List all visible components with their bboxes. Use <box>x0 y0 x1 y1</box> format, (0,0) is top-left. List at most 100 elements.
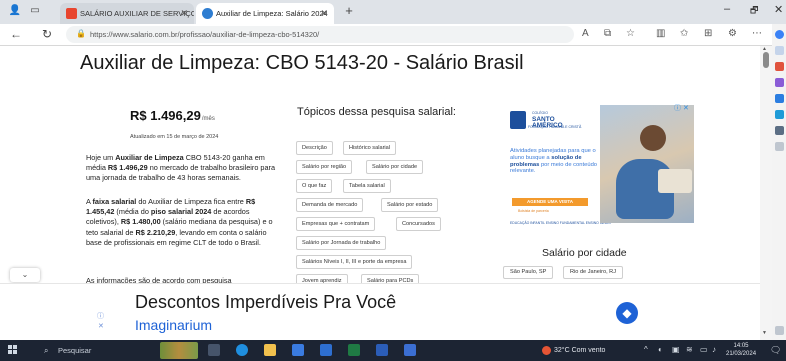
taskbar-clock[interactable]: 14:05 21/03/2024 <box>726 342 756 358</box>
maximize-button[interactable]: 🗗 <box>750 3 758 19</box>
bottom-ad-brand[interactable]: Imaginarium <box>135 317 212 333</box>
battery-icon[interactable]: ▭ <box>700 345 708 354</box>
add-sidebar-app-icon[interactable] <box>775 142 784 151</box>
outlook-icon[interactable] <box>775 110 784 119</box>
extensions-icon[interactable]: ⚙ <box>728 28 737 39</box>
taskbar-search[interactable]: ⌕ Pesquisar <box>36 343 156 358</box>
ad-footer: EDUCAÇÃO INFANTIL ENSINO FUNDAMENTAL ENS… <box>510 221 611 225</box>
search-icon[interactable] <box>775 46 784 55</box>
volume-icon[interactable]: ♪ <box>712 345 716 354</box>
refresh-icon[interactable]: ↻ <box>42 27 52 41</box>
search-highlight-image[interactable] <box>160 342 198 359</box>
topic-tag[interactable]: Empresas que + contratam <box>296 217 376 231</box>
close-tab-icon[interactable]: ✕ <box>320 3 328 24</box>
scroll-down-icon[interactable]: ▼ <box>762 330 767 336</box>
address-bar[interactable]: 🔒 https://www.salario.com.br/profissao/a… <box>66 26 574 43</box>
lock-icon[interactable]: 🔒 <box>76 29 86 38</box>
ad-arrow-icon[interactable]: ◆ <box>616 302 638 324</box>
file-explorer-icon[interactable] <box>264 344 276 356</box>
excel-icon[interactable] <box>348 344 360 356</box>
word-icon[interactable] <box>376 344 388 356</box>
page-scrollbar[interactable]: ▲ ▼ <box>760 46 772 340</box>
wifi-icon[interactable]: ≋ <box>686 345 693 354</box>
minimize-button[interactable]: – <box>724 3 730 15</box>
tab-auxiliar-limpeza[interactable]: Auxiliar de Limpeza: Salário 2024 ✕ <box>196 3 334 24</box>
topic-tag[interactable]: Histórico salarial <box>343 141 397 155</box>
weather-text[interactable]: 32°C Com vento <box>554 340 605 361</box>
ad-photo-students <box>600 105 694 223</box>
edge-taskbar-icon[interactable] <box>236 344 248 356</box>
ad-brand-subtitle: FORMAÇÃO HUMANA E CRISTÃ <box>528 125 582 129</box>
collections-icon[interactable]: ⊞ <box>704 28 712 39</box>
games-icon[interactable] <box>775 94 784 103</box>
address-bar-row: ← ↻ 🔒 https://www.salario.com.br/profiss… <box>0 24 786 46</box>
read-aloud-icon[interactable]: A <box>582 28 589 39</box>
split-screen-icon[interactable]: ⧉ <box>604 28 611 39</box>
city-tag[interactable]: Rio de Janeiro, RJ <box>563 266 624 279</box>
app-icon[interactable] <box>404 344 416 356</box>
bold-text: piso salarial 2024 <box>150 207 212 217</box>
copilot-icon[interactable] <box>775 30 784 39</box>
city-tag[interactable]: São Paulo, SP <box>503 266 554 279</box>
shopping-icon[interactable] <box>775 62 784 71</box>
updated-date: Atualizado em 15 de março de 2024 <box>130 134 219 140</box>
topic-tag[interactable]: Salário por Jornada de trabalho <box>296 236 387 250</box>
salary-range-paragraph: A faixa salarial do Auxiliar de Limpeza … <box>86 197 282 248</box>
sidebar-settings-icon[interactable] <box>775 326 784 335</box>
tab-salario-auxiliar-servicos[interactable]: SALÁRIO AUXILIAR DE SERVIÇOS ✕ <box>60 3 194 24</box>
tray-app-icon[interactable]: ▣ <box>672 345 680 354</box>
url-text[interactable]: https://www.salario.com.br/profissao/aux… <box>90 26 319 43</box>
average-salary: R$ 1.496,29/mês <box>130 108 215 123</box>
ad-cta-button[interactable]: AGENDE UMA VISITA <box>512 198 588 206</box>
intro-paragraph: Hoje um Auxiliar de Limpeza CBO 5143-20 … <box>86 153 282 184</box>
tray-app-icon[interactable]: ◐ <box>658 345 663 354</box>
paragraph-text: (média do <box>114 207 151 217</box>
topic-tag[interactable]: Salário por estado <box>381 198 439 212</box>
favorite-star-icon[interactable]: ☆ <box>626 28 635 39</box>
bold-text: faixa salarial <box>92 197 137 206</box>
close-window-button[interactable]: ✕ <box>774 3 783 16</box>
city-salary-title: Salário por cidade <box>542 247 627 259</box>
bottom-ad-banner[interactable]: Descontos Imperdíveis Pra Você Imaginari… <box>0 283 760 340</box>
site-favicon-icon <box>202 8 213 19</box>
ad-close-icon[interactable]: ✕ <box>98 322 104 330</box>
windows-start-icon[interactable] <box>8 345 18 355</box>
topic-tag[interactable]: Salário por região <box>296 160 353 174</box>
topic-tag[interactable]: Demanda de mercado <box>296 198 364 212</box>
close-tab-icon[interactable]: ✕ <box>180 3 188 24</box>
topic-tag[interactable]: Concursados <box>396 217 441 231</box>
more-menu-icon[interactable]: ⋯ <box>752 28 762 39</box>
weather-icon[interactable] <box>542 346 551 355</box>
scrollbar-thumb[interactable] <box>763 52 769 68</box>
collapse-chevron-icon[interactable]: ⌄ <box>10 268 40 282</box>
store-icon[interactable] <box>292 344 304 356</box>
topic-tag[interactable]: Salário por cidade <box>366 160 424 174</box>
back-arrow-icon[interactable]: ← <box>10 27 22 41</box>
ad-text: Atividades planejadas para que o aluno b… <box>510 148 600 175</box>
tab-bar: 👤 ▭ SALÁRIO AUXILIAR DE SERVIÇOS ✕ Auxil… <box>0 0 786 24</box>
notification-icon[interactable]: 🗨 <box>770 345 781 356</box>
new-tab-button[interactable]: + <box>342 4 356 18</box>
drop-icon[interactable] <box>775 126 784 135</box>
ad-info-icon[interactable]: ⓘ <box>97 311 104 321</box>
favorites-icon[interactable]: ✩ <box>680 28 688 39</box>
topic-tag[interactable]: Salários Níveis I, II, III e porte da em… <box>296 255 413 269</box>
ad-choices-icon[interactable]: ⓘ ✕ <box>674 103 689 113</box>
bottom-ad-title[interactable]: Descontos Imperdíveis Pra Você <box>135 292 396 313</box>
tools-icon[interactable] <box>775 78 784 87</box>
topic-tag[interactable]: O que faz <box>296 179 333 193</box>
school-logo-icon <box>510 111 526 129</box>
task-view-icon[interactable] <box>208 344 220 356</box>
mail-icon[interactable] <box>320 344 332 356</box>
workspaces-icon[interactable]: ▭ <box>28 4 42 18</box>
split-window-icon[interactable]: ▥ <box>656 28 665 39</box>
bold-text: R$ 1.496,29 <box>107 163 148 173</box>
paragraph-text: Hoje um <box>86 153 116 162</box>
topic-tag[interactable]: Tabela salarial <box>343 179 391 193</box>
topic-tag[interactable]: Descrição <box>296 141 333 155</box>
tray-chevron-icon[interactable]: ^ <box>644 345 648 354</box>
bold-text: Auxiliar de Limpeza <box>115 153 184 162</box>
salary-value: R$ 1.496,29 <box>130 108 201 123</box>
side-ad-banner[interactable]: COLÉGIO SANTO AMÉRICO FORMAÇÃO HUMANA E … <box>502 103 694 231</box>
profile-icon[interactable]: 👤 <box>8 4 22 18</box>
